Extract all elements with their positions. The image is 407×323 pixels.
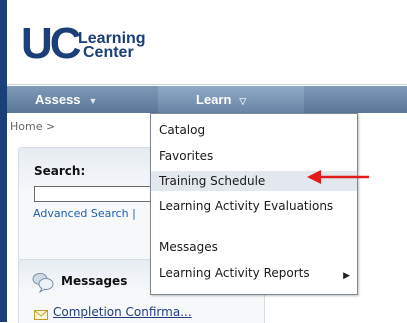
window-frame-left xyxy=(0,0,7,322)
nav-assess[interactable]: Assess ▼ xyxy=(35,86,97,113)
uc-learning-center-logo[interactable]: UC Learning Center xyxy=(21,20,161,70)
nav-learn-label: Learn xyxy=(196,92,232,107)
main-nav: Assess ▼ Learn ▽ xyxy=(7,86,407,113)
chevron-down-icon: ▼ xyxy=(88,96,98,106)
page-header: UC Learning Center xyxy=(7,0,407,85)
nav-learn[interactable]: Learn ▽ xyxy=(158,86,304,113)
learn-dropdown-menu: Catalog Favorites Training Schedule Lear… xyxy=(150,113,358,295)
envelope-icon xyxy=(34,310,48,320)
message-link[interactable]: Completion Confirma... xyxy=(53,305,192,319)
menu-item-favorites[interactable]: Favorites xyxy=(151,149,357,163)
breadcrumb-home[interactable]: Home > xyxy=(10,120,55,133)
menu-item-learning-activity-evaluations[interactable]: Learning Activity Evaluations xyxy=(151,199,357,213)
advanced-search-link[interactable]: Advanced Search | xyxy=(33,207,136,220)
chevron-down-icon: ▽ xyxy=(239,96,247,106)
menu-item-catalog[interactable]: Catalog xyxy=(151,123,357,137)
speech-bubbles-icon xyxy=(32,273,54,293)
menu-item-messages[interactable]: Messages xyxy=(151,240,357,254)
red-annotation-arrow xyxy=(307,170,369,184)
search-label: Search: xyxy=(34,164,86,178)
chevron-right-icon: ▶ xyxy=(343,271,350,281)
logo-center-text: Center xyxy=(83,44,134,61)
menu-item-learning-activity-reports[interactable]: Learning Activity Reports ▶ xyxy=(151,266,357,281)
logo-uc-text: UC xyxy=(21,19,82,68)
breadcrumb[interactable]: Home > xyxy=(10,120,55,133)
messages-title: Messages xyxy=(61,274,128,288)
nav-assess-label: Assess xyxy=(35,92,81,107)
menu-item-learning-activity-reports-label: Learning Activity Reports xyxy=(159,266,310,280)
